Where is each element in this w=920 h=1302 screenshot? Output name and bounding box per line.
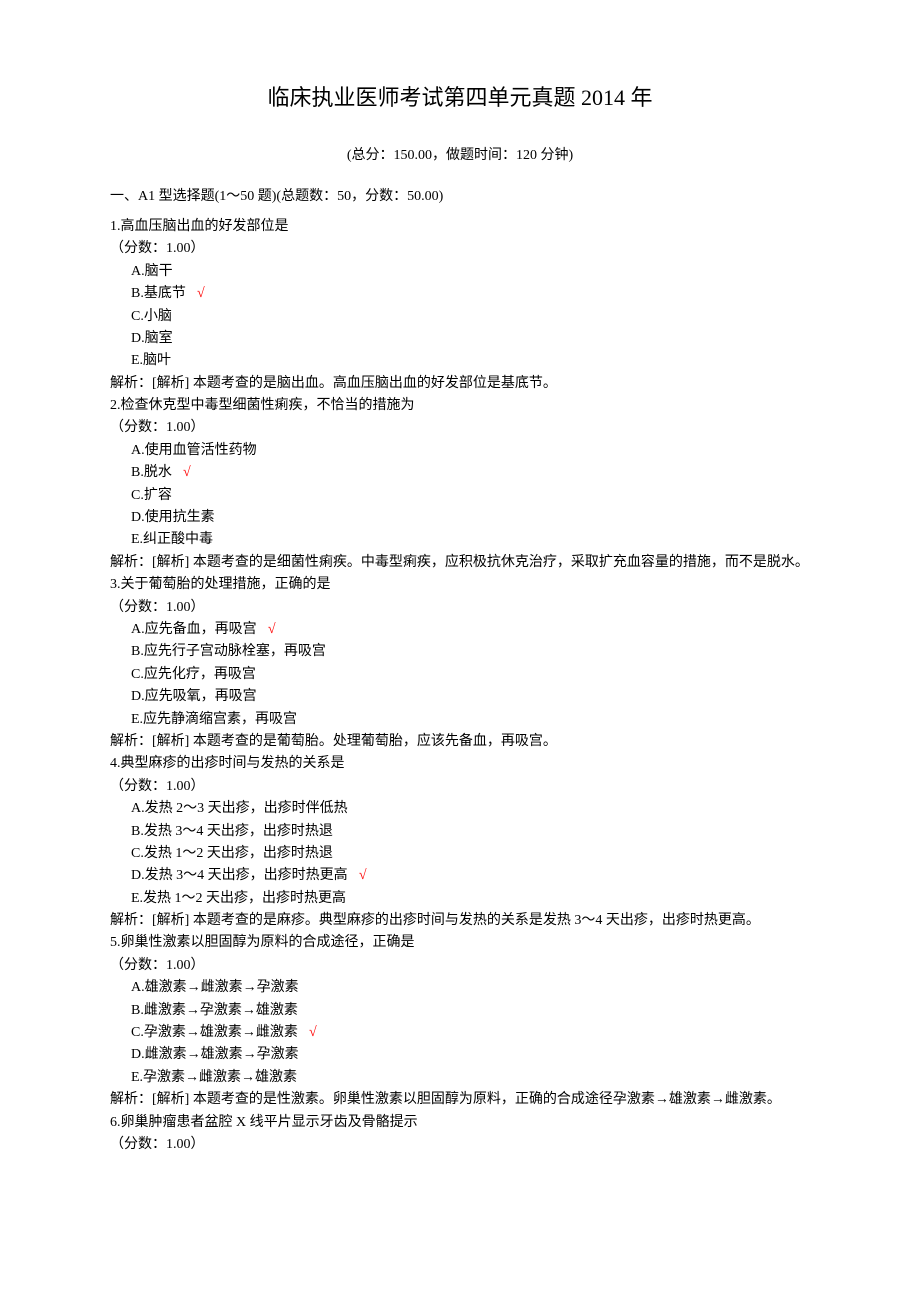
question-block: 5.卵巢性激素以胆固醇为原料的合成途径，正确是（分数：1.00） A.雄激素→雌激… <box>110 932 810 1111</box>
exam-subtitle: (总分：150.00，做题时间：120 分钟) <box>110 145 810 167</box>
option-label: C.应先化疗，再吸宫 <box>131 667 256 682</box>
option: C.发热 1～2 天出疹，出疹时热退 <box>110 843 810 865</box>
question-score: （分数：1.00） <box>110 776 810 798</box>
option: A.使用血管活性药物 <box>110 440 810 462</box>
question-block: 3.关于葡萄胎的处理措施，正确的是（分数：1.00） A.应先备血，再吸宫 √ B.应… <box>110 574 810 753</box>
option: B.脱水 √ <box>110 462 810 484</box>
option-label: E.纠正酸中毒 <box>131 532 213 547</box>
analysis: 解析：[解析] 本题考查的是葡萄胎。处理葡萄胎，应该先备血，再吸宫。 <box>110 731 810 753</box>
option-label: D.应先吸氧，再吸宫 <box>131 689 257 704</box>
questions-container: 1.高血压脑出血的好发部位是（分数：1.00）A.脑干B.基底节√C.小脑D.脑… <box>110 216 810 1156</box>
option: D.脑室 <box>110 328 810 350</box>
question-score: （分数：1.00） <box>110 955 810 977</box>
question-block: 4.典型麻疹的出疹时间与发热的关系是（分数：1.00） A.发热 2～3 天出疹，… <box>110 753 810 932</box>
option-label: C.扩容 <box>131 488 172 503</box>
question-text: 6.卵巢肿瘤患者盆腔 X 线平片显示牙齿及骨骼提示 <box>110 1112 810 1134</box>
question-block: 6.卵巢肿瘤患者盆腔 X 线平片显示牙齿及骨骼提示（分数：1.00） <box>110 1112 810 1157</box>
option-label: E.应先静滴缩宫素，再吸宫 <box>131 712 297 727</box>
question-text: 5.卵巢性激素以胆固醇为原料的合成途径，正确是 <box>110 932 810 954</box>
question-text: 1.高血压脑出血的好发部位是 <box>110 216 810 238</box>
option-label: A.使用血管活性药物 <box>131 443 257 458</box>
option-label: E.孕激素→雌激素→雄激素 <box>131 1070 297 1085</box>
question-score: （分数：1.00） <box>110 1134 810 1156</box>
option-label: D.雌激素→雄激素→孕激素 <box>131 1047 299 1062</box>
option-label: B.基底节 <box>131 286 186 301</box>
page-title: 临床执业医师考试第四单元真题 2014 年 <box>110 80 810 115</box>
check-icon: √ <box>268 622 276 637</box>
analysis: 解析：[解析] 本题考查的是脑出血。高血压脑出血的好发部位是基底节。 <box>110 373 810 395</box>
check-icon: √ <box>359 868 367 883</box>
option-label: A.雄激素→雌激素→孕激素 <box>131 980 299 995</box>
option: D.发热 3～4 天出疹，出疹时热更高 √ <box>110 865 810 887</box>
question-text: 4.典型麻疹的出疹时间与发热的关系是 <box>110 753 810 775</box>
option: C.小脑 <box>110 306 810 328</box>
option: B.基底节 √ <box>110 283 810 305</box>
analysis: 解析：[解析] 本题考查的是性激素。卵巢性激素以胆固醇为原料，正确的合成途径孕激… <box>110 1089 810 1111</box>
option: D.应先吸氧，再吸宫 <box>110 686 810 708</box>
option: A.应先备血，再吸宫 √ <box>110 619 810 641</box>
analysis: 解析：[解析] 本题考查的是细菌性痢疾。中毒型痢疾，应积极抗休克治疗，采取扩充血… <box>110 552 810 574</box>
option-label: B.发热 3～4 天出疹，出疹时热退 <box>131 824 333 839</box>
option: B.发热 3～4 天出疹，出疹时热退 <box>110 821 810 843</box>
option-label: B.应先行子宫动脉栓塞，再吸宫 <box>131 644 326 659</box>
question-text: 2.检查休克型中毒型细菌性痢疾，不恰当的措施为 <box>110 395 810 417</box>
option: E.孕激素→雌激素→雄激素 <box>110 1067 810 1089</box>
option-label: B.脱水 <box>131 465 172 480</box>
option-label: D.脑室 <box>131 331 173 346</box>
option: C.孕激素→雄激素→雌激素 √ <box>110 1022 810 1044</box>
question-block: 1.高血压脑出血的好发部位是（分数：1.00） A.脑干 B.基底节 √ C.小脑 D.脑… <box>110 216 810 395</box>
option: E.发热 1～2 天出疹，出疹时热更高 <box>110 888 810 910</box>
section-header: 一、A1 型选择题(1～50 题)(总题数：50，分数：50.00) <box>110 186 810 208</box>
option: A.发热 2～3 天出疹，出疹时伴低热 <box>110 798 810 820</box>
option-label: C.小脑 <box>131 309 172 324</box>
option: E.应先静滴缩宫素，再吸宫 <box>110 709 810 731</box>
option-label: A.发热 2～3 天出疹，出疹时伴低热 <box>131 801 348 816</box>
option: B.应先行子宫动脉栓塞，再吸宫 <box>110 641 810 663</box>
check-icon: √ <box>309 1025 317 1040</box>
option: A.雄激素→雌激素→孕激素 <box>110 977 810 999</box>
option: B.雌激素→孕激素→雄激素 <box>110 1000 810 1022</box>
question-block: 2.检查休克型中毒型细菌性痢疾，不恰当的措施为（分数：1.00） A.使用血管活性… <box>110 395 810 574</box>
question-score: （分数：1.00） <box>110 417 810 439</box>
option-label: D.发热 3～4 天出疹，出疹时热更高 <box>131 868 348 883</box>
option-label: A.脑干 <box>131 264 173 279</box>
option: D.雌激素→雄激素→孕激素 <box>110 1044 810 1066</box>
check-icon: √ <box>197 286 205 301</box>
option-label: E.脑叶 <box>131 353 171 368</box>
option: A.脑干 <box>110 261 810 283</box>
option: C.应先化疗，再吸宫 <box>110 664 810 686</box>
option: E.纠正酸中毒 <box>110 529 810 551</box>
analysis: 解析：[解析] 本题考查的是麻疹。典型麻疹的出疹时间与发热的关系是发热 3～4 … <box>110 910 810 932</box>
question-score: （分数：1.00） <box>110 238 810 260</box>
option: C.扩容 <box>110 485 810 507</box>
option-label: E.发热 1～2 天出疹，出疹时热更高 <box>131 891 346 906</box>
option: E.脑叶 <box>110 350 810 372</box>
option-label: D.使用抗生素 <box>131 510 215 525</box>
option-label: B.雌激素→孕激素→雄激素 <box>131 1003 298 1018</box>
question-text: 3.关于葡萄胎的处理措施，正确的是 <box>110 574 810 596</box>
check-icon: √ <box>183 465 191 480</box>
option-label: C.孕激素→雄激素→雌激素 <box>131 1025 298 1040</box>
option-label: A.应先备血，再吸宫 <box>131 622 257 637</box>
question-score: （分数：1.00） <box>110 597 810 619</box>
option: D.使用抗生素 <box>110 507 810 529</box>
option-label: C.发热 1～2 天出疹，出疹时热退 <box>131 846 333 861</box>
